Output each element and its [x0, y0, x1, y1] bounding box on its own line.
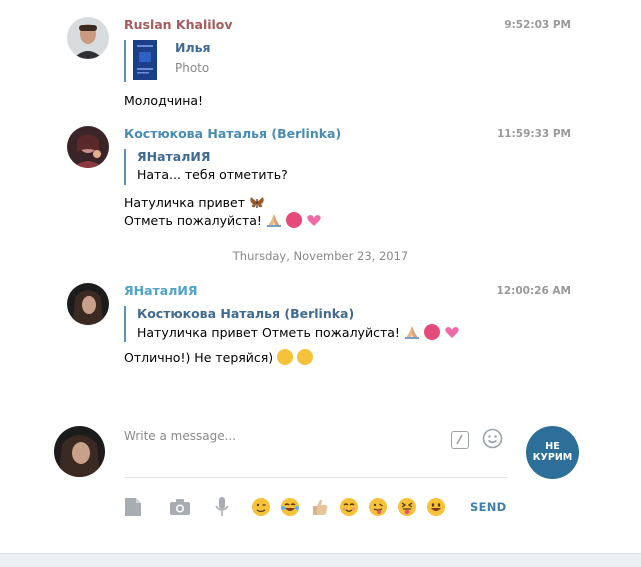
- composer-toolbar: SEND: [0, 494, 641, 520]
- message-time: 12:00:26 AM: [496, 285, 571, 297]
- heart-emoji-icon: [444, 324, 460, 340]
- heart-emoji-icon: [306, 212, 322, 228]
- channel-label-bottom: КУРИМ: [532, 452, 573, 463]
- message-time: 11:59:33 PM: [496, 128, 571, 140]
- thumbs-up-emoji-button[interactable]: [310, 497, 330, 520]
- message-input[interactable]: [124, 424, 424, 443]
- avatar-ruslan[interactable]: [67, 17, 109, 59]
- quoted-text: Ната... тебя отметить?: [137, 167, 288, 182]
- slash-command-icon[interactable]: [451, 431, 469, 449]
- smirk-emoji-icon: [277, 349, 294, 365]
- sender-name[interactable]: ЯНаталИЯ: [124, 283, 197, 298]
- tears-of-joy-emoji-button[interactable]: [280, 497, 300, 520]
- winking-tongue-emoji-button[interactable]: [368, 497, 388, 520]
- sender-name[interactable]: Костюкова Наталья (Berlinka): [124, 126, 341, 141]
- quoted-sender: ЯНаталИЯ: [137, 149, 211, 164]
- praying-hands-emoji-icon: [404, 324, 420, 340]
- window-bottom-edge: [0, 553, 641, 567]
- date-separator: Thursday, November 23, 2017: [232, 249, 409, 263]
- message-line: Отметь пожалуйста!: [124, 212, 322, 228]
- quoted-message[interactable]: ЯНаталИЯ Ната... тебя отметить?: [124, 149, 288, 185]
- quoted-sender: Костюкова Наталья (Berlinka): [137, 306, 355, 321]
- grinning-emoji-button[interactable]: [426, 497, 446, 520]
- camera-icon[interactable]: [169, 498, 191, 519]
- channel-avatar[interactable]: НЕ КУРИМ: [526, 426, 579, 479]
- quoted-line: Натуличка привет Отметь пожалуйста!: [137, 324, 460, 340]
- wink-emoji-button[interactable]: [251, 497, 271, 520]
- quoted-message[interactable]: Костюкова Наталья (Berlinka) Натуличка п…: [124, 306, 460, 342]
- praying-hands-emoji-icon: [266, 212, 282, 228]
- message-time: 9:52:03 PM: [504, 19, 571, 31]
- chat-window: Ruslan Khalilov 9:52:03 PM Илья Photo Мо…: [0, 0, 641, 567]
- message-line: Натуличка привет: [124, 194, 265, 210]
- kiss-emoji-icon: [297, 349, 314, 365]
- message-text: Отлично!) Не теряйся): [124, 350, 274, 365]
- channel-label-top: НЕ: [545, 441, 560, 452]
- quoted-text: Натуличка привет Отметь пожалуйста!: [137, 325, 400, 340]
- smile-icon[interactable]: [482, 428, 503, 449]
- squinting-tongue-emoji-button[interactable]: [397, 497, 417, 520]
- microphone-icon[interactable]: [214, 496, 230, 521]
- message-text: Отметь пожалуйста!: [124, 213, 262, 228]
- message-text: Молодчина!: [124, 93, 204, 108]
- hibiscus-emoji-icon: [423, 324, 440, 340]
- send-button[interactable]: SEND: [470, 500, 507, 514]
- butterfly-emoji-icon: [249, 194, 265, 210]
- message-text: Натуличка привет: [124, 195, 245, 210]
- message-line: Отлично!) Не теряйся): [124, 349, 314, 365]
- quoted-sender: Илья: [175, 40, 211, 55]
- hibiscus-emoji-icon: [285, 212, 302, 228]
- sender-name[interactable]: Ruslan Khalilov: [124, 17, 233, 32]
- quoted-message[interactable]: Илья Photo: [124, 40, 211, 82]
- avatar-kostyukova[interactable]: [67, 126, 109, 168]
- avatar-yanatalia[interactable]: [67, 283, 109, 325]
- quoted-text: Photo: [175, 61, 210, 75]
- file-icon[interactable]: [124, 497, 142, 520]
- blush-emoji-button[interactable]: [339, 497, 359, 520]
- own-avatar[interactable]: [54, 426, 105, 477]
- photo-thumbnail[interactable]: [133, 40, 157, 80]
